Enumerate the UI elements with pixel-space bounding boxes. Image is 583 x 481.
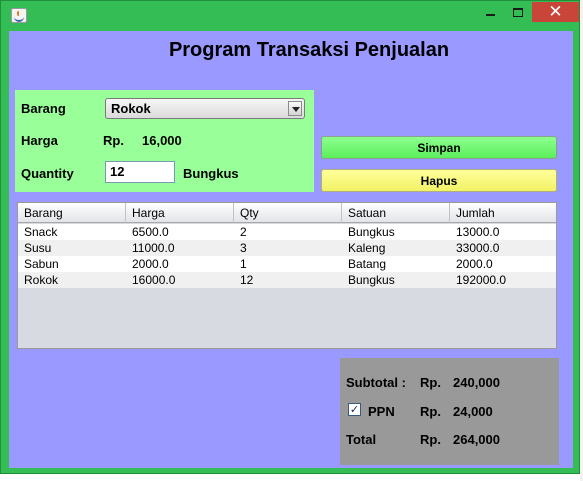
content-pane: Program Transaksi Penjualan Barang Rokok… [9,31,573,468]
table-cell: Rokok [24,273,59,287]
table-cell: Bungkus [348,225,395,239]
table-row[interactable]: Sabun 2000.0 1 Batang 2000.0 [18,256,556,272]
ppn-currency: Rp. [420,404,441,419]
table-body: Snack 6500.0 2 Bungkus 13000.0 Susu 1100… [18,224,556,288]
table-cell: Kaleng [348,241,386,255]
simpan-button[interactable]: Simpan [321,136,557,159]
maximize-icon [513,7,523,17]
unit-label: Bungkus [183,166,239,181]
ppn-value: 24,000 [453,404,493,419]
maximize-button[interactable] [504,2,532,22]
column-header-satuan[interactable]: Satuan [342,203,450,223]
page-title: Program Transaksi Penjualan [168,39,450,61]
table-cell: 2000.0 [456,257,493,271]
table-cell: 13000.0 [456,225,500,239]
barang-label: Barang [21,101,66,116]
minimize-icon [485,14,495,16]
quantity-label: Quantity [21,166,74,181]
table-cell: 192000.0 [456,273,507,287]
harga-currency: Rp. [103,133,124,148]
summary-panel: Subtotal : Rp. 240,000 ✓ PPN Rp. 24,000 … [340,358,559,465]
column-header-jumlah[interactable]: Jumlah [450,203,556,223]
total-currency: Rp. [420,432,441,447]
ppn-label[interactable]: PPN [368,404,395,419]
table-cell: Batang [348,257,387,271]
title-bar[interactable]: ✕ [1,1,579,29]
table-row[interactable]: Susu 11000.0 3 Kaleng 33000.0 [18,240,556,256]
table-row[interactable]: Rokok 16000.0 12 Bungkus 192000.0 [18,272,556,288]
table-cell: Susu [24,241,52,255]
ppn-checkbox[interactable]: ✓ [348,403,361,416]
column-header-qty[interactable]: Qty [234,203,342,223]
table-cell: Sabun [24,257,59,271]
table-row[interactable]: Snack 6500.0 2 Bungkus 13000.0 [18,224,556,240]
chevron-down-icon[interactable] [288,101,302,116]
table-cell: 16000.0 [132,273,176,287]
subtotal-currency: Rp. [420,375,441,390]
barang-combobox[interactable]: Rokok [105,98,305,119]
table-cell: 6500.0 [132,225,169,239]
table-cell: Bungkus [348,273,395,287]
table-cell: Snack [24,225,58,239]
minimize-button[interactable] [476,2,504,22]
table-cell: 12 [240,273,254,287]
table-cell: 3 [240,241,247,255]
harga-value: 16,000 [142,133,182,148]
app-window: ✕ Program Transaksi Penjualan Barang Rok… [0,0,580,474]
total-label: Total [346,432,377,447]
column-header-harga[interactable]: Harga [126,203,234,223]
subtotal-label: Subtotal : [346,375,406,390]
hapus-button[interactable]: Hapus [321,169,557,192]
java-app-icon[interactable] [11,8,27,23]
input-panel: Barang Rokok Harga Rp. 16,000 Quantity 1… [15,90,314,192]
column-header-barang[interactable]: Barang [18,203,126,223]
table-cell: 2000.0 [132,257,169,271]
harga-label: Harga [21,133,58,148]
close-button[interactable]: ✕ [532,2,579,22]
quantity-input[interactable]: 12 [105,161,175,183]
barang-selected-value: Rokok [111,101,151,116]
table-cell: 2 [240,225,247,239]
table-cell: 1 [240,257,247,271]
table-cell: 33000.0 [456,241,500,255]
close-icon: ✕ [548,1,563,22]
transaction-table[interactable]: Barang Harga Qty Satuan Jumlah Snack 650… [17,202,557,349]
table-header: Barang Harga Qty Satuan Jumlah [18,203,556,223]
total-value: 264,000 [453,432,500,447]
table-cell: 11000.0 [132,241,175,255]
subtotal-value: 240,000 [453,375,500,390]
